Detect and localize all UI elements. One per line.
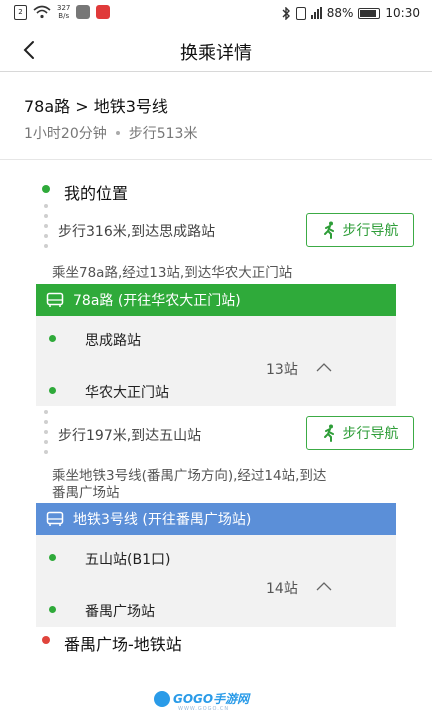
bus-icon: [46, 292, 64, 307]
origin-dot: [42, 185, 50, 193]
start-stop: 思成路站: [85, 333, 141, 349]
bus-line-header[interactable]: 78a路 (开往华农大正门站): [36, 284, 396, 316]
sim-icon: 2: [14, 4, 27, 20]
end-stop: 番禺广场站: [85, 604, 155, 620]
clock: 10:30: [385, 6, 420, 20]
walk-step-text: 步行197米,到达五山站: [58, 428, 202, 444]
stop-dot: [49, 554, 56, 561]
app-header: 换乘详情: [0, 28, 432, 72]
battery-percent: 88%: [326, 6, 354, 20]
page-title: 换乘详情: [180, 43, 252, 64]
bus-line-card: 78a路 (开往华农大正门站) 思成路站 13站 华农大正门站: [36, 284, 396, 406]
origin-label: 我的位置: [64, 184, 129, 203]
route-name: 78a路 > 地铁3号线: [24, 97, 168, 116]
status-bar: 2 327 B/s 88% 10:30: [0, 0, 432, 28]
destination-dot: [42, 636, 50, 644]
walk-distance: 步行513米: [128, 126, 198, 142]
end-stop: 华农大正门站: [85, 385, 169, 401]
walk-step-text: 步行316米,到达思成路站: [58, 224, 216, 240]
site-watermark: GOGO手游网: [154, 690, 249, 707]
start-stop: 五山站(B1口): [85, 552, 171, 568]
wifi-icon: [33, 5, 51, 19]
stop-count: 14站: [266, 581, 298, 597]
walking-person-icon: [323, 424, 334, 442]
walk-navigation-button[interactable]: 步行导航: [306, 213, 414, 247]
network-speed: 327 B/s: [57, 4, 71, 20]
route-meta: 1小时20分钟 步行513米: [24, 123, 197, 143]
watermark-logo-icon: [154, 690, 170, 707]
subway-line-card: 地铁3号线 (开往番禺广场站) 五山站(B1口) 14站 番禺广场站: [36, 503, 396, 627]
duration: 1小时20分钟: [24, 126, 107, 142]
vibrate-icon: [295, 6, 306, 20]
stop-dot: [49, 387, 56, 394]
chevron-up-icon[interactable]: [316, 362, 332, 372]
ride-description: 乘坐78a路,经过13站,到达华农大正门站: [52, 265, 293, 281]
subway-icon: [46, 511, 64, 526]
subway-line-header[interactable]: 地铁3号线 (开往番禺广场站): [36, 503, 396, 535]
walk-navigation-button[interactable]: 步行导航: [306, 416, 414, 450]
walk-path-dots: [44, 410, 48, 460]
stop-dot: [49, 606, 56, 613]
destination-label: 番禺广场-地铁站: [64, 635, 182, 654]
separator-dot: [115, 131, 120, 135]
signal-icon: [310, 7, 322, 19]
walk-path-dots: [44, 204, 48, 254]
route-summary: 78a路 > 地铁3号线 1小时20分钟 步行513米: [0, 72, 432, 160]
chevron-up-icon[interactable]: [316, 581, 332, 591]
notification-app-icon: [96, 5, 111, 19]
stop-dot: [49, 335, 56, 342]
bluetooth-icon: [282, 6, 290, 20]
ride-description-cont: 番禺广场站: [52, 485, 120, 501]
battery-icon: [358, 7, 381, 19]
walking-person-icon: [323, 221, 334, 239]
notification-app-icon: [76, 5, 91, 19]
stop-count: 13站: [266, 362, 298, 378]
watermark-url: WWW.GOGO.CN: [178, 706, 230, 712]
